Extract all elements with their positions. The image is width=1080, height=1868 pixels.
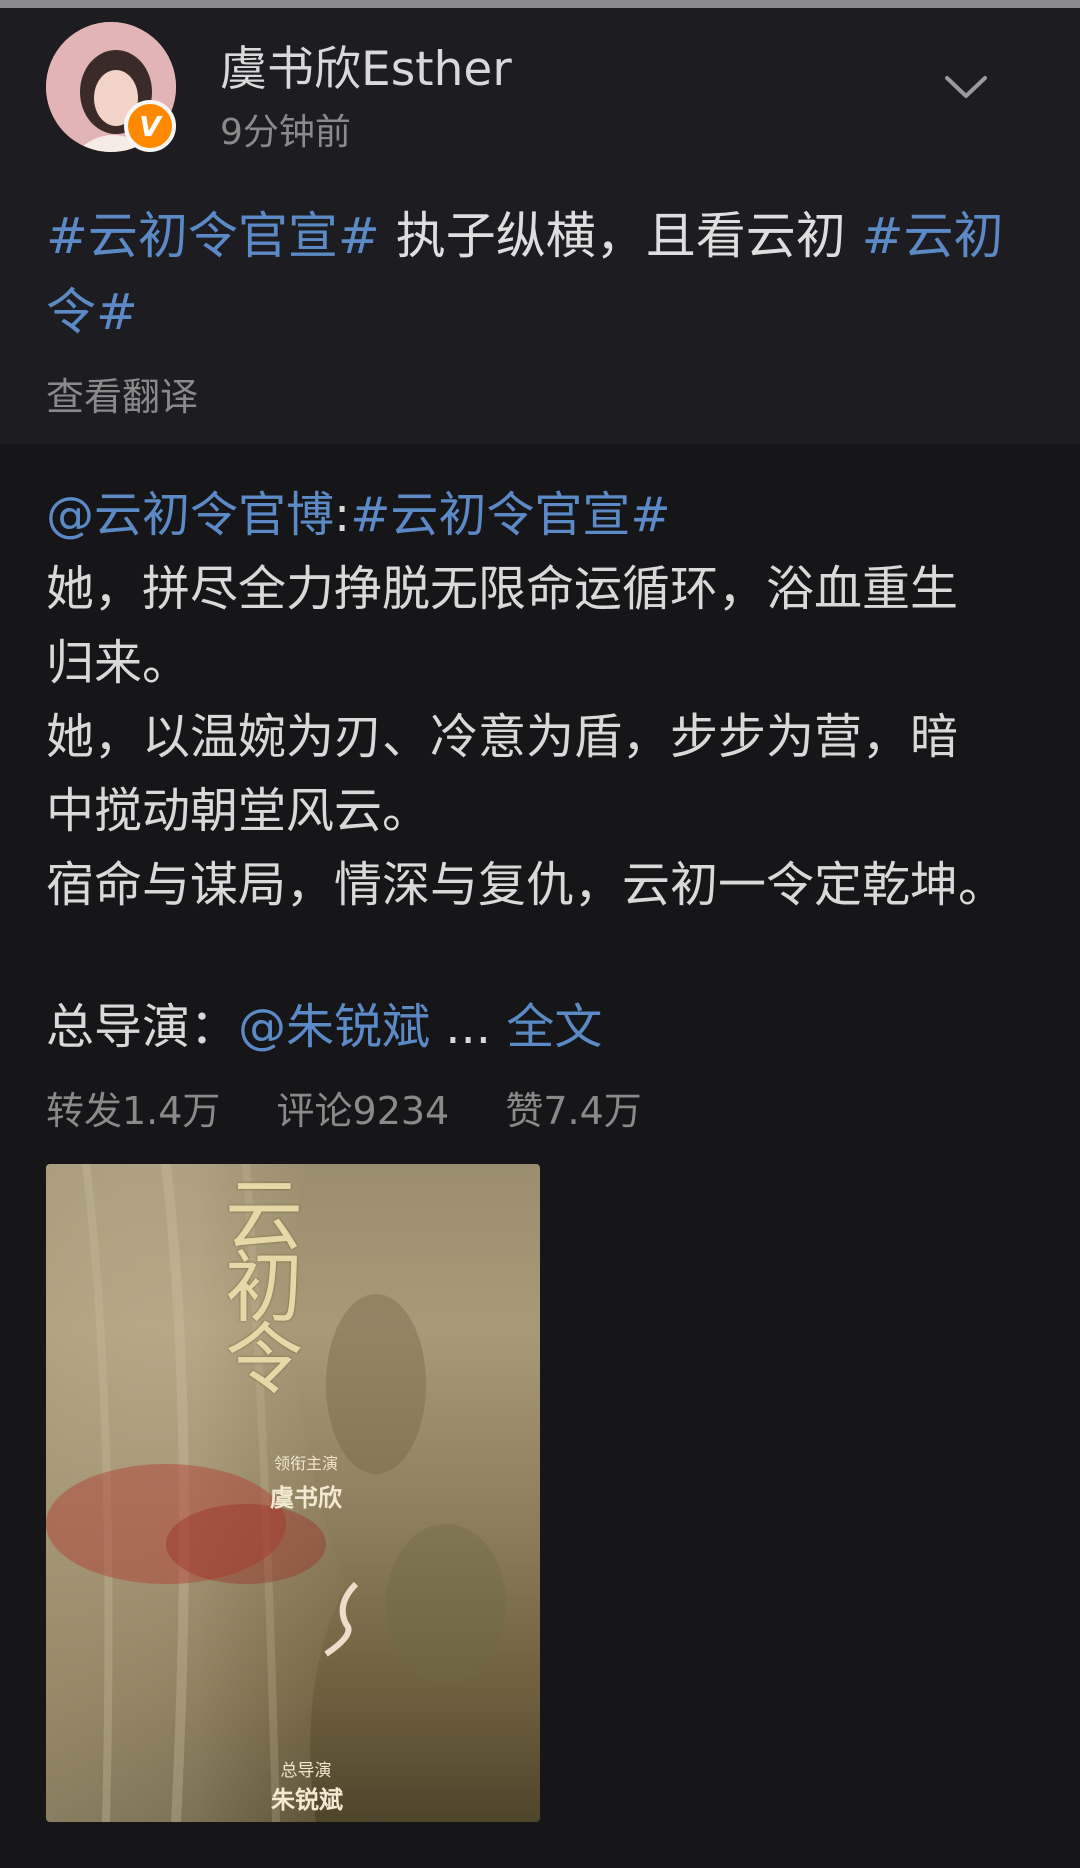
poster-director-label: 总导演 [280, 1761, 332, 1781]
poster-image[interactable]: 云初令 领衔主演 虞书欣 总导演 朱锐斌 [46, 1164, 540, 1822]
post-card: V 虞书欣Esther 9分钟前 #云初令官宣# 执子纵横，且看云初 #云初令#… [0, 8, 1080, 444]
reposted-text: @云初令官博:#云初令官宣# 她，拼尽全力挣脱无限命运循环，浴血重生 归来。 她… [46, 478, 1046, 922]
post-timestamp: 9分钟前 [220, 112, 351, 153]
credit-label: 总导演： [46, 999, 239, 1055]
poster-lead-label: 领衔主演 [273, 1454, 338, 1473]
reposted-card[interactable]: @云初令官博:#云初令官宣# 她，拼尽全力挣脱无限命运循环，浴血重生 归来。 她… [0, 444, 1080, 1868]
mention-link[interactable]: @云初令官博 [46, 487, 334, 543]
like-count[interactable]: 赞7.4万 [505, 1089, 641, 1133]
hashtag-link[interactable]: #云初令官宣# [46, 207, 380, 265]
mention-link[interactable]: @朱锐斌 [238, 999, 430, 1055]
credit-line: 总导演：@朱锐斌 ... 全文 [46, 990, 602, 1064]
status-divider [0, 0, 1080, 8]
repost-line: 宿命与谋局，情深与复仇，云初一令定乾坤。 [46, 857, 1007, 913]
repost-line: 归来。 [46, 635, 191, 691]
verified-badge-icon: V [124, 100, 176, 152]
translate-link[interactable]: 查看翻译 [46, 366, 198, 421]
repost-line: 她，拼尽全力挣脱无限命运循环，浴血重生 [46, 561, 959, 617]
author-name[interactable]: 虞书欣Esther [220, 30, 512, 99]
post-text: #云初令官宣# 执子纵横，且看云初 #云初令# [46, 198, 1036, 350]
colon-separator: : [334, 487, 351, 543]
repost-count[interactable]: 转发1.4万 [46, 1089, 220, 1133]
poster-director-name: 朱锐斌 [271, 1785, 343, 1814]
hashtag-link[interactable]: #云初令官宣# [350, 487, 670, 543]
repost-source-line: @云初令官博:#云初令官宣# [46, 478, 1046, 552]
repost-line: 中搅动朝堂风云。 [46, 783, 431, 839]
repost-line: 她，以温婉为刃、冷意为盾，步步为营，暗 [46, 709, 959, 765]
comment-count[interactable]: 评论9234 [277, 1089, 450, 1133]
full-text-link[interactable]: 全文 [506, 999, 602, 1055]
repost-stats: 转发1.4万 评论9234 赞7.4万 [46, 1080, 686, 1135]
ellipsis: ... [430, 999, 507, 1055]
post-body-text: 执子纵横，且看云初 [379, 207, 862, 265]
poster-title: 云初令 [212, 1174, 302, 1390]
poster-lead-name: 虞书欣 [270, 1483, 342, 1512]
chevron-down-icon[interactable] [944, 74, 988, 100]
